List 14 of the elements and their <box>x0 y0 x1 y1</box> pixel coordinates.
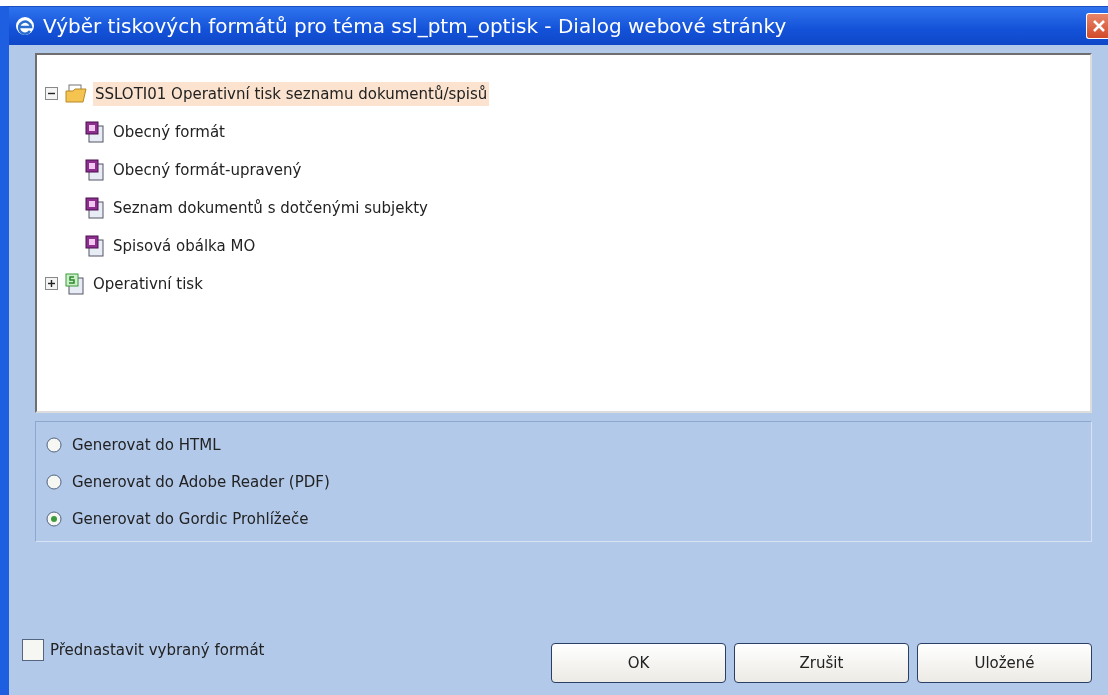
window-title: Výběr tiskových formátů pro téma ssl_ptm_optisk - Dialog webové stránky <box>43 14 788 38</box>
tree-item[interactable]: Obecný formát-upravený <box>111 158 304 182</box>
dialog-button[interactable]: Uložené <box>917 643 1092 683</box>
tree-item[interactable]: SSLOTI01 Operativní tisk seznamu dokumentů/spisů <box>93 82 490 106</box>
tree-item[interactable]: Operativní tisk <box>91 272 205 296</box>
tree-item[interactable]: Seznam dokumentů s dotčenými subjekty <box>111 196 430 220</box>
option-label: Generovat do HTML <box>72 435 221 454</box>
dialog-button[interactable]: Zrušit <box>734 643 909 683</box>
tree-item[interactable]: Obecný formát <box>111 120 227 144</box>
option-label: Generovat do Adobe Reader (PDF) <box>72 472 330 491</box>
tree-item[interactable]: Spisová obálka MO <box>111 234 258 258</box>
checkbox-label: Přednastavit vybraný formát <box>50 641 265 659</box>
option-label: Generovat do Gordic Prohlížeče <box>72 509 309 528</box>
dialog-button[interactable]: OK <box>551 643 726 683</box>
